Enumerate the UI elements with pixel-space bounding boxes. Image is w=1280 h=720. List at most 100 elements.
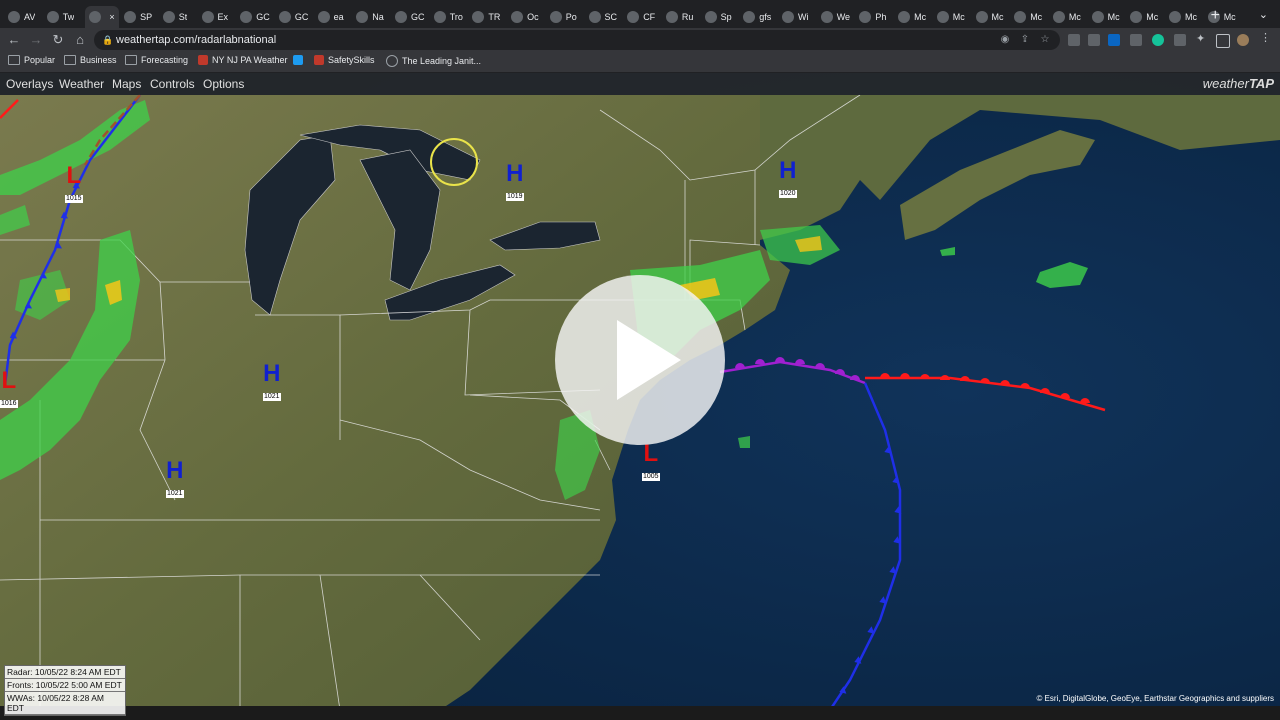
lock-icon: 🔒 bbox=[102, 35, 114, 45]
bookmark-safetyskills[interactable]: SafetySkills bbox=[314, 55, 375, 65]
bookmark-folder-business[interactable]: Business bbox=[64, 55, 117, 65]
radar-timestamp: Radar: 10/05/22 8:24 AM EDT bbox=[5, 666, 125, 679]
tab-favicon-icon bbox=[704, 11, 717, 23]
browser-tab[interactable]: Mc bbox=[1091, 6, 1120, 28]
high-pressure-marker: H 1019 bbox=[506, 160, 524, 203]
cursor-highlight bbox=[430, 138, 478, 186]
browser-tab[interactable]: Mc bbox=[936, 6, 965, 28]
browser-tab[interactable]: St bbox=[162, 6, 188, 28]
menu-overlays[interactable]: Overlays bbox=[6, 77, 53, 91]
browser-tab[interactable]: Mc bbox=[1052, 6, 1081, 28]
browser-tab[interactable]: Mc bbox=[1169, 6, 1197, 28]
close-tab-icon[interactable]: × bbox=[109, 12, 114, 22]
browser-tab[interactable]: Ex bbox=[201, 6, 228, 28]
browser-tab[interactable]: Mc bbox=[898, 6, 926, 28]
tab-favicon-icon bbox=[472, 11, 485, 23]
url-text[interactable]: weathertap.com/radarlabnational bbox=[116, 30, 276, 50]
tab-favicon-icon bbox=[1052, 11, 1065, 23]
fronts-timestamp: Fronts: 10/05/22 5:00 AM EDT bbox=[5, 679, 125, 692]
more-menu-icon[interactable]: ⋮ bbox=[1260, 31, 1272, 44]
bookmark-ny-nj-pa-weather[interactable]: NY NJ PA Weather bbox=[198, 55, 288, 65]
bookmark-folder-popular[interactable]: Popular bbox=[8, 55, 55, 65]
tab-title: Ru bbox=[681, 12, 694, 22]
new-tab-button[interactable]: + bbox=[1211, 8, 1220, 24]
browser-tab[interactable]: Mc bbox=[975, 6, 1004, 28]
browser-tab[interactable]: Sp bbox=[704, 6, 732, 28]
tab-title: Mc bbox=[1185, 12, 1197, 22]
menu-maps[interactable]: Maps bbox=[112, 77, 141, 91]
browser-tab[interactable]: ea bbox=[317, 6, 344, 28]
low-pressure-marker: L 1016 bbox=[0, 369, 18, 410]
tab-title: Oc bbox=[527, 12, 539, 22]
home-icon[interactable]: ⌂ bbox=[72, 32, 88, 48]
avatar[interactable] bbox=[1237, 34, 1249, 46]
pressure-letter: L bbox=[643, 440, 659, 467]
forward-icon[interactable]: → bbox=[28, 32, 44, 48]
browser-tab[interactable]: GC bbox=[240, 6, 270, 28]
browser-tab[interactable]: Oc bbox=[511, 6, 539, 28]
tab-favicon-icon bbox=[1014, 11, 1027, 23]
safetyskills-icon bbox=[314, 55, 324, 65]
browser-tab[interactable]: CF bbox=[627, 6, 655, 28]
browser-tab[interactable]: Na bbox=[356, 6, 384, 28]
tab-favicon-icon bbox=[8, 11, 20, 23]
folder-icon bbox=[125, 55, 137, 65]
menu-controls[interactable]: Controls bbox=[150, 77, 195, 91]
tab-title: Wi bbox=[798, 12, 809, 22]
bookmark-twitter[interactable] bbox=[293, 55, 303, 65]
tab-title: AV bbox=[24, 12, 36, 22]
tab-title: Tro bbox=[449, 12, 463, 22]
browser-tab[interactable]: Wi bbox=[782, 6, 809, 28]
extension-icon[interactable] bbox=[1174, 34, 1186, 46]
extension-icon[interactable] bbox=[1130, 34, 1142, 46]
tab-favicon-icon bbox=[975, 11, 988, 23]
browser-tab[interactable]: Mc bbox=[1130, 6, 1158, 28]
tab-search-icon[interactable]: ⌄ bbox=[1259, 8, 1268, 21]
browser-tab[interactable]: We bbox=[820, 6, 850, 28]
play-icon bbox=[617, 320, 681, 400]
browser-tab[interactable]: Ph bbox=[859, 6, 886, 28]
tab-favicon-icon bbox=[665, 11, 678, 23]
back-icon[interactable]: ← bbox=[6, 32, 22, 48]
tab-favicon-icon bbox=[124, 11, 137, 23]
browser-tab[interactable]: SP bbox=[124, 6, 152, 28]
puzzle-icon[interactable]: ✦ bbox=[1196, 32, 1208, 45]
grammarly-icon[interactable] bbox=[1152, 34, 1164, 46]
share-icon[interactable]: ⇪ bbox=[1018, 33, 1032, 47]
address-bar[interactable]: 🔒 weathertap.com/radarlabnational ◉ ⇪ ☆ bbox=[94, 30, 1060, 50]
play-button[interactable] bbox=[555, 275, 725, 445]
browser-tab[interactable]: Po bbox=[549, 6, 577, 28]
timestamp-box: Radar: 10/05/22 8:24 AM EDT Fronts: 10/0… bbox=[4, 665, 126, 716]
bookmark-star-icon[interactable]: ☆ bbox=[1038, 33, 1052, 47]
menu-options[interactable]: Options bbox=[203, 77, 244, 91]
tab-favicon-icon bbox=[898, 11, 911, 23]
pressure-letter: H bbox=[506, 160, 524, 187]
bookmark-leading-janitor[interactable]: The Leading Janit... bbox=[386, 55, 481, 67]
side-panel-icon[interactable] bbox=[1216, 34, 1230, 48]
browser-tab[interactable]: Ru bbox=[665, 6, 694, 28]
extension-icon[interactable] bbox=[1088, 34, 1100, 46]
browser-tab[interactable]: TR bbox=[472, 6, 500, 28]
pressure-value: 1016 bbox=[0, 400, 18, 408]
tab-favicon-icon bbox=[511, 11, 524, 23]
browser-tab[interactable]: GC bbox=[278, 6, 308, 28]
browser-tab[interactable]: × bbox=[85, 6, 119, 28]
menu-weather[interactable]: Weather bbox=[59, 77, 104, 91]
browser-tab[interactable]: Tro bbox=[433, 6, 463, 28]
tab-title: St bbox=[178, 12, 188, 22]
bookmark-folder-forecasting[interactable]: Forecasting bbox=[125, 55, 188, 65]
tab-title: GC bbox=[256, 12, 270, 22]
browser-tab[interactable]: GC bbox=[395, 6, 425, 28]
tab-favicon-icon bbox=[240, 11, 253, 23]
twitter-icon bbox=[293, 55, 303, 65]
reload-icon[interactable]: ↻ bbox=[50, 32, 66, 48]
browser-tab[interactable]: gfs bbox=[743, 6, 771, 28]
linkedin-icon[interactable] bbox=[1108, 34, 1120, 46]
browser-tab[interactable]: AV bbox=[8, 6, 35, 28]
browser-tab[interactable]: SC bbox=[588, 6, 617, 28]
extension-icon[interactable] bbox=[1068, 34, 1080, 46]
browser-tab[interactable]: Mc bbox=[1014, 6, 1042, 28]
browser-tab[interactable]: Tw bbox=[46, 6, 74, 28]
camera-blocked-icon[interactable]: ◉ bbox=[998, 33, 1012, 47]
tab-favicon-icon bbox=[549, 11, 562, 23]
